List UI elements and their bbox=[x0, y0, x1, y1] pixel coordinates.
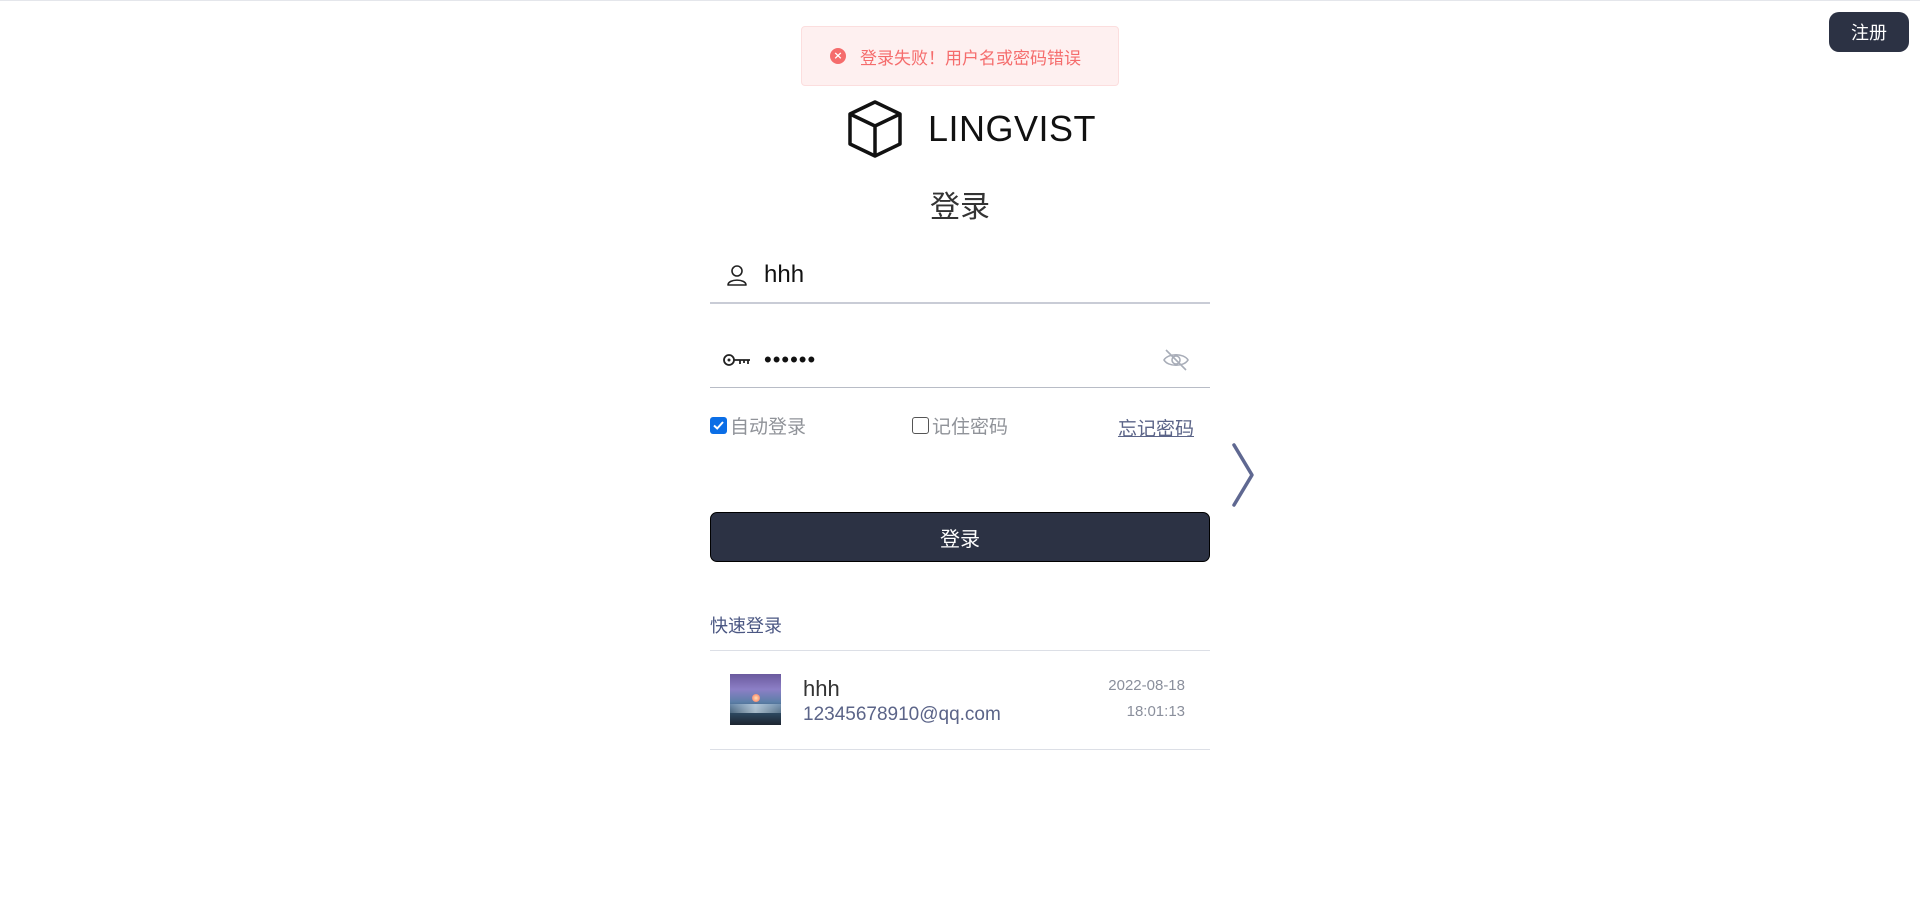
password-field[interactable]: •••••• bbox=[710, 332, 1210, 388]
account-time: 18:01:13 bbox=[1126, 703, 1185, 720]
quick-login-account[interactable]: hhh 12345678910@qq.com 2022-08-18 18:01:… bbox=[710, 651, 1210, 750]
register-button[interactable]: 注册 bbox=[1829, 12, 1909, 52]
remember-password-label: 记住密码 bbox=[932, 416, 1009, 438]
avatar bbox=[730, 674, 781, 725]
login-button[interactable]: 登录 bbox=[710, 512, 1210, 562]
cube-icon bbox=[848, 100, 902, 158]
account-email: 12345678910@qq.com bbox=[803, 704, 1001, 725]
brand: LINGVIST bbox=[844, 98, 1096, 160]
key-icon bbox=[722, 345, 752, 375]
login-options: 自动登录 记住密码 忘记密码 bbox=[710, 412, 1210, 444]
username-input[interactable]: hhh bbox=[764, 261, 1210, 289]
top-divider bbox=[0, 0, 1920, 1]
checkbox-unchecked-icon[interactable] bbox=[912, 417, 929, 434]
password-input[interactable]: •••••• bbox=[764, 347, 1160, 373]
eye-off-icon[interactable] bbox=[1160, 344, 1192, 376]
remember-password-checkbox[interactable]: 记住密码 bbox=[912, 412, 1008, 439]
chevron-right-icon[interactable] bbox=[1230, 442, 1256, 508]
error-toast: × 登录失败！用户名或密码错误 bbox=[801, 26, 1119, 86]
brand-name: LINGVIST bbox=[928, 108, 1097, 149]
auto-login-label: 自动登录 bbox=[730, 416, 807, 438]
error-circle-icon: × bbox=[830, 48, 846, 64]
username-field[interactable]: hhh bbox=[710, 248, 1210, 304]
quick-login-list: hhh 12345678910@qq.com 2022-08-18 18:01:… bbox=[710, 650, 1210, 750]
avatar-cloud bbox=[730, 704, 781, 713]
page-title: 登录 bbox=[930, 190, 990, 225]
auto-login-checkbox[interactable]: 自动登录 bbox=[710, 412, 806, 439]
toast-message: 登录失败！用户名或密码错误 bbox=[860, 48, 1081, 69]
checkbox-checked-icon[interactable] bbox=[710, 417, 727, 434]
account-name: hhh bbox=[803, 676, 840, 701]
user-icon bbox=[722, 260, 752, 290]
avatar-sun bbox=[752, 694, 760, 702]
quick-login-title: 快速登录 bbox=[710, 616, 782, 637]
account-date: 2022-08-18 bbox=[1108, 677, 1185, 694]
forgot-password-link[interactable]: 忘记密码 bbox=[1118, 414, 1194, 441]
